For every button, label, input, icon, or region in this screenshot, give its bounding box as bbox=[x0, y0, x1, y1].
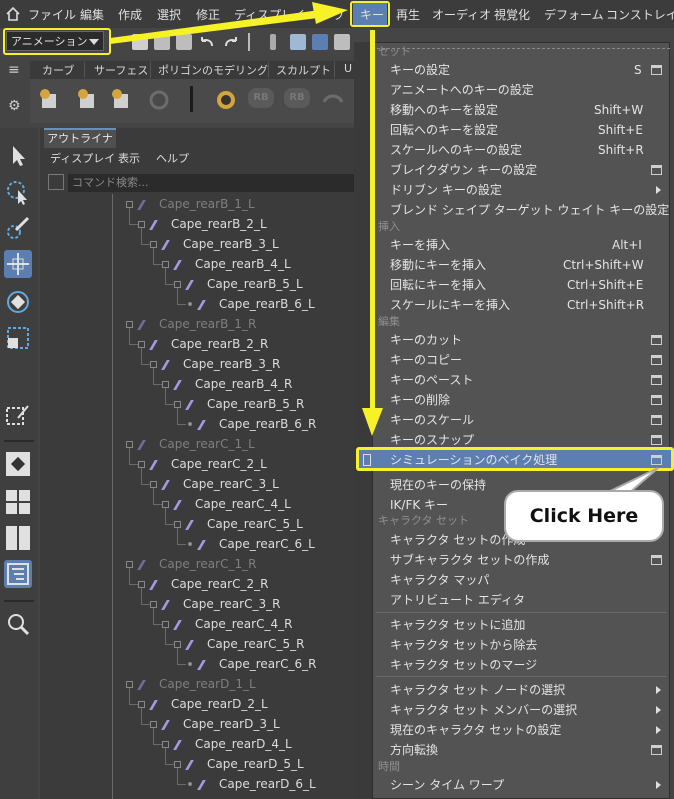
arrowhead-icon bbox=[312, 2, 348, 24]
annotation-arrow-down bbox=[370, 30, 375, 410]
arrowhead-icon bbox=[362, 408, 383, 436]
annotation-arrow-to-key-menu bbox=[110, 10, 320, 44]
annotation-arrows bbox=[110, 2, 659, 495]
click-here-callout: Click Here bbox=[504, 490, 664, 542]
